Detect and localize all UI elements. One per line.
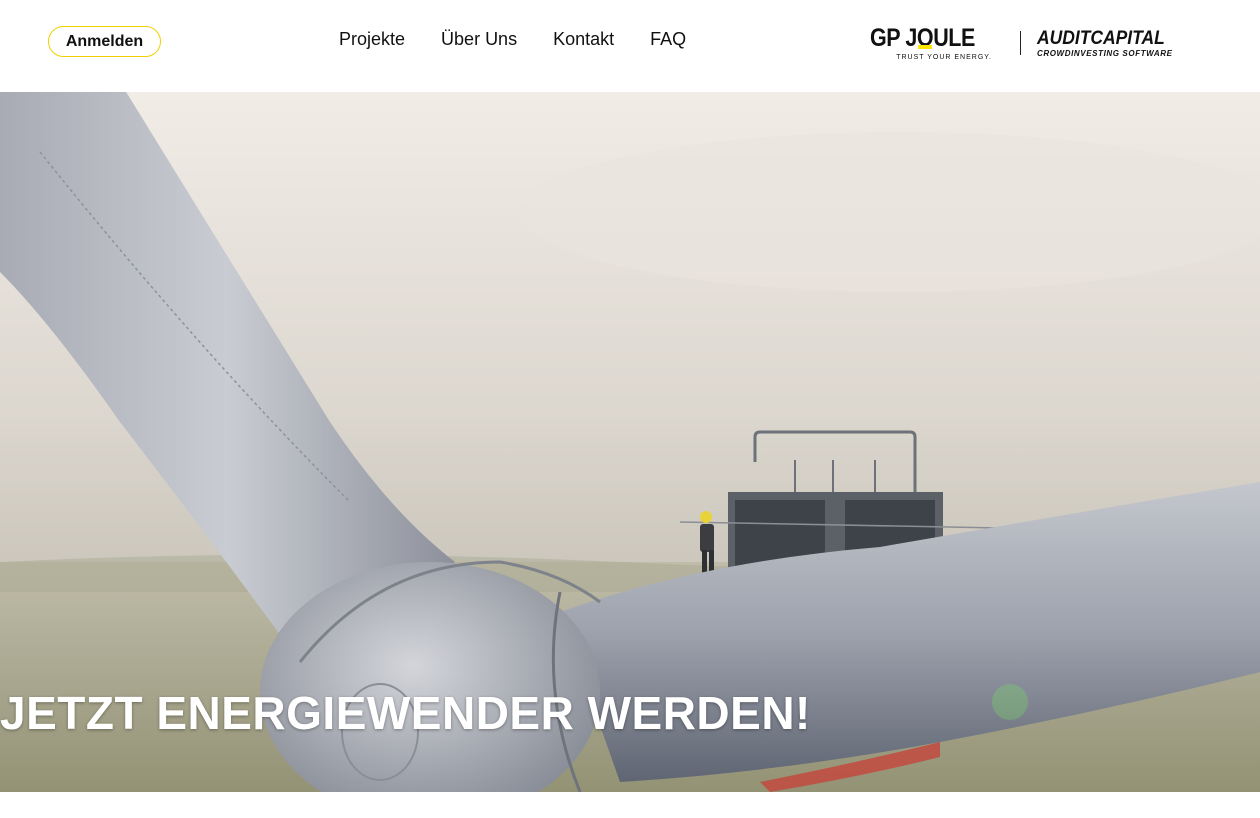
gp-joule-logo[interactable]: GP JOULE TRUST YOUR ENERGY. [870,23,992,61]
gp-joule-tagline: TRUST YOUR ENERGY. [896,53,992,61]
auditcapital-logo[interactable]: AUDITCAPITAL CROWDINVESTING SOFTWARE [1037,29,1176,58]
nav-link-kontakt[interactable]: Kontakt [553,29,614,50]
nav-link-faq[interactable]: FAQ [650,29,686,50]
nav-link-ueber-uns[interactable]: Über Uns [441,29,517,50]
hero-title: JETZT ENERGIEWENDER WERDEN! [0,687,811,739]
gp-joule-wordmark: GP JOULE [870,23,975,52]
logo-divider [1019,31,1021,55]
main-nav: Projekte Über Uns Kontakt FAQ [339,29,686,50]
site-header: Anmelden Projekte Über Uns Kontakt FAQ G… [0,0,1260,92]
auditcapital-wordmark: AUDITCAPITAL [1036,27,1165,49]
auditcapital-subtitle: CROWDINVESTING SOFTWARE [1036,48,1173,58]
login-button[interactable]: Anmelden [48,26,161,57]
nav-link-projekte[interactable]: Projekte [339,29,405,50]
hero-banner: JETZT ENERGIEWENDER WERDEN! [0,92,1260,792]
partner-logos: GP JOULE TRUST YOUR ENERGY. AUDITCAPITAL… [870,22,1176,64]
